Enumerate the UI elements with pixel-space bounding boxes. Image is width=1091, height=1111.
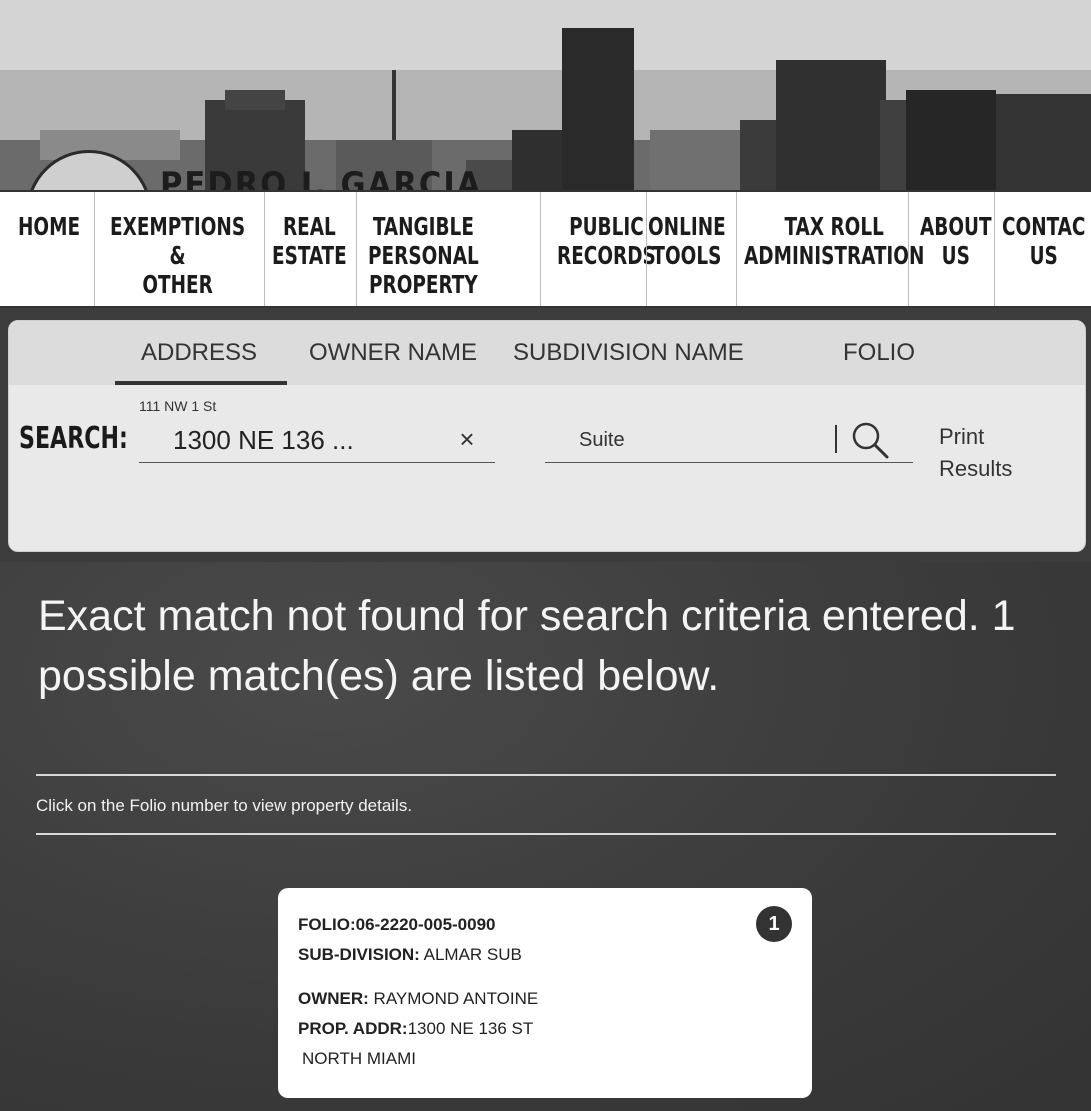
result-index-badge: 1 [756,906,792,942]
clear-icon[interactable]: × [453,425,481,453]
nav-divider [908,192,909,306]
nav-item-public-records[interactable]: PUBLIC RECORDS [557,212,656,270]
search-tabs: ADDRESS OWNER NAME SUBDIVISION NAME FOLI… [9,321,1085,385]
nav-item-exemptions[interactable]: EXEMPTIONS & OTHER [110,212,245,299]
search-icon[interactable] [849,419,891,461]
property-address-value: 1300 NE 136 ST [407,1019,534,1038]
property-address-label: PROP. ADDR: [298,1019,408,1038]
skyline-image [0,0,1091,190]
nav-divider [994,192,995,306]
nav-divider [540,192,541,306]
divider [36,833,1056,835]
nav-divider [94,192,95,306]
divider [36,774,1056,776]
print-results-link[interactable]: Print Results [939,421,1012,485]
address-hint-label: 111 NW 1 St [139,398,217,414]
nav-item-about-us[interactable]: ABOUT US [920,212,992,270]
owner-row: OWNER: RAYMOND ANTOINE [298,984,792,1014]
nav-item-contact-us[interactable]: CONTAC US [1002,212,1085,270]
nav-divider [356,192,357,306]
tab-address[interactable]: ADDRESS [141,339,257,367]
result-card: 1 FOLIO:06-2220-005-0090 SUB-DIVISION: A… [278,888,812,1098]
tab-subdivision-name[interactable]: SUBDIVISION NAME [513,339,744,367]
brand-title: PEDRO J. GARCIA [160,165,483,190]
property-address-row: PROP. ADDR:1300 NE 136 ST [298,1014,792,1044]
subdivision-row: SUB-DIVISION: ALMAR SUB [298,940,792,970]
main-navigation: HOME EXEMPTIONS & OTHER REAL ESTATE TANG… [0,190,1091,308]
address-search-input[interactable] [139,419,495,463]
nav-item-home[interactable]: HOME [18,212,80,241]
folio-link[interactable]: FOLIO:06-2220-005-0090 [298,910,792,940]
active-tab-indicator [115,381,287,385]
tab-owner-name[interactable]: OWNER NAME [309,339,477,367]
nav-divider [646,192,647,306]
nav-item-tangible-personal-property[interactable]: TANGIBLE PERSONAL PROPERTY [368,212,479,299]
owner-label: OWNER: [298,989,369,1008]
header-banner: PEDRO J. GARCIA [0,0,1091,190]
property-city: NORTH MIAMI [302,1049,416,1068]
search-label: SEARCH: [19,421,128,456]
owner-value: RAYMOND ANTOINE [368,989,539,1008]
subdivision-label: SUB-DIVISION: [298,945,420,964]
results-hint: Click on the Folio number to view proper… [36,796,413,815]
nav-item-online-tools[interactable]: ONLINE TOOLS [648,212,726,270]
folio-label: FOLIO: [298,915,356,934]
search-panel: ADDRESS OWNER NAME SUBDIVISION NAME FOLI… [8,320,1086,552]
nav-item-tax-roll-administration[interactable]: TAX ROLL ADMINISTRATION [744,212,924,270]
input-divider [835,425,837,453]
tab-folio[interactable]: FOLIO [843,339,915,367]
nav-item-real-estate[interactable]: REAL ESTATE [272,212,347,270]
nav-divider [736,192,737,306]
results-message: Exact match not found for search criteri… [38,592,1016,700]
folio-number[interactable]: 06-2220-005-0090 [356,915,496,934]
nav-divider [264,192,265,306]
subdivision-value: ALMAR SUB [419,945,522,964]
